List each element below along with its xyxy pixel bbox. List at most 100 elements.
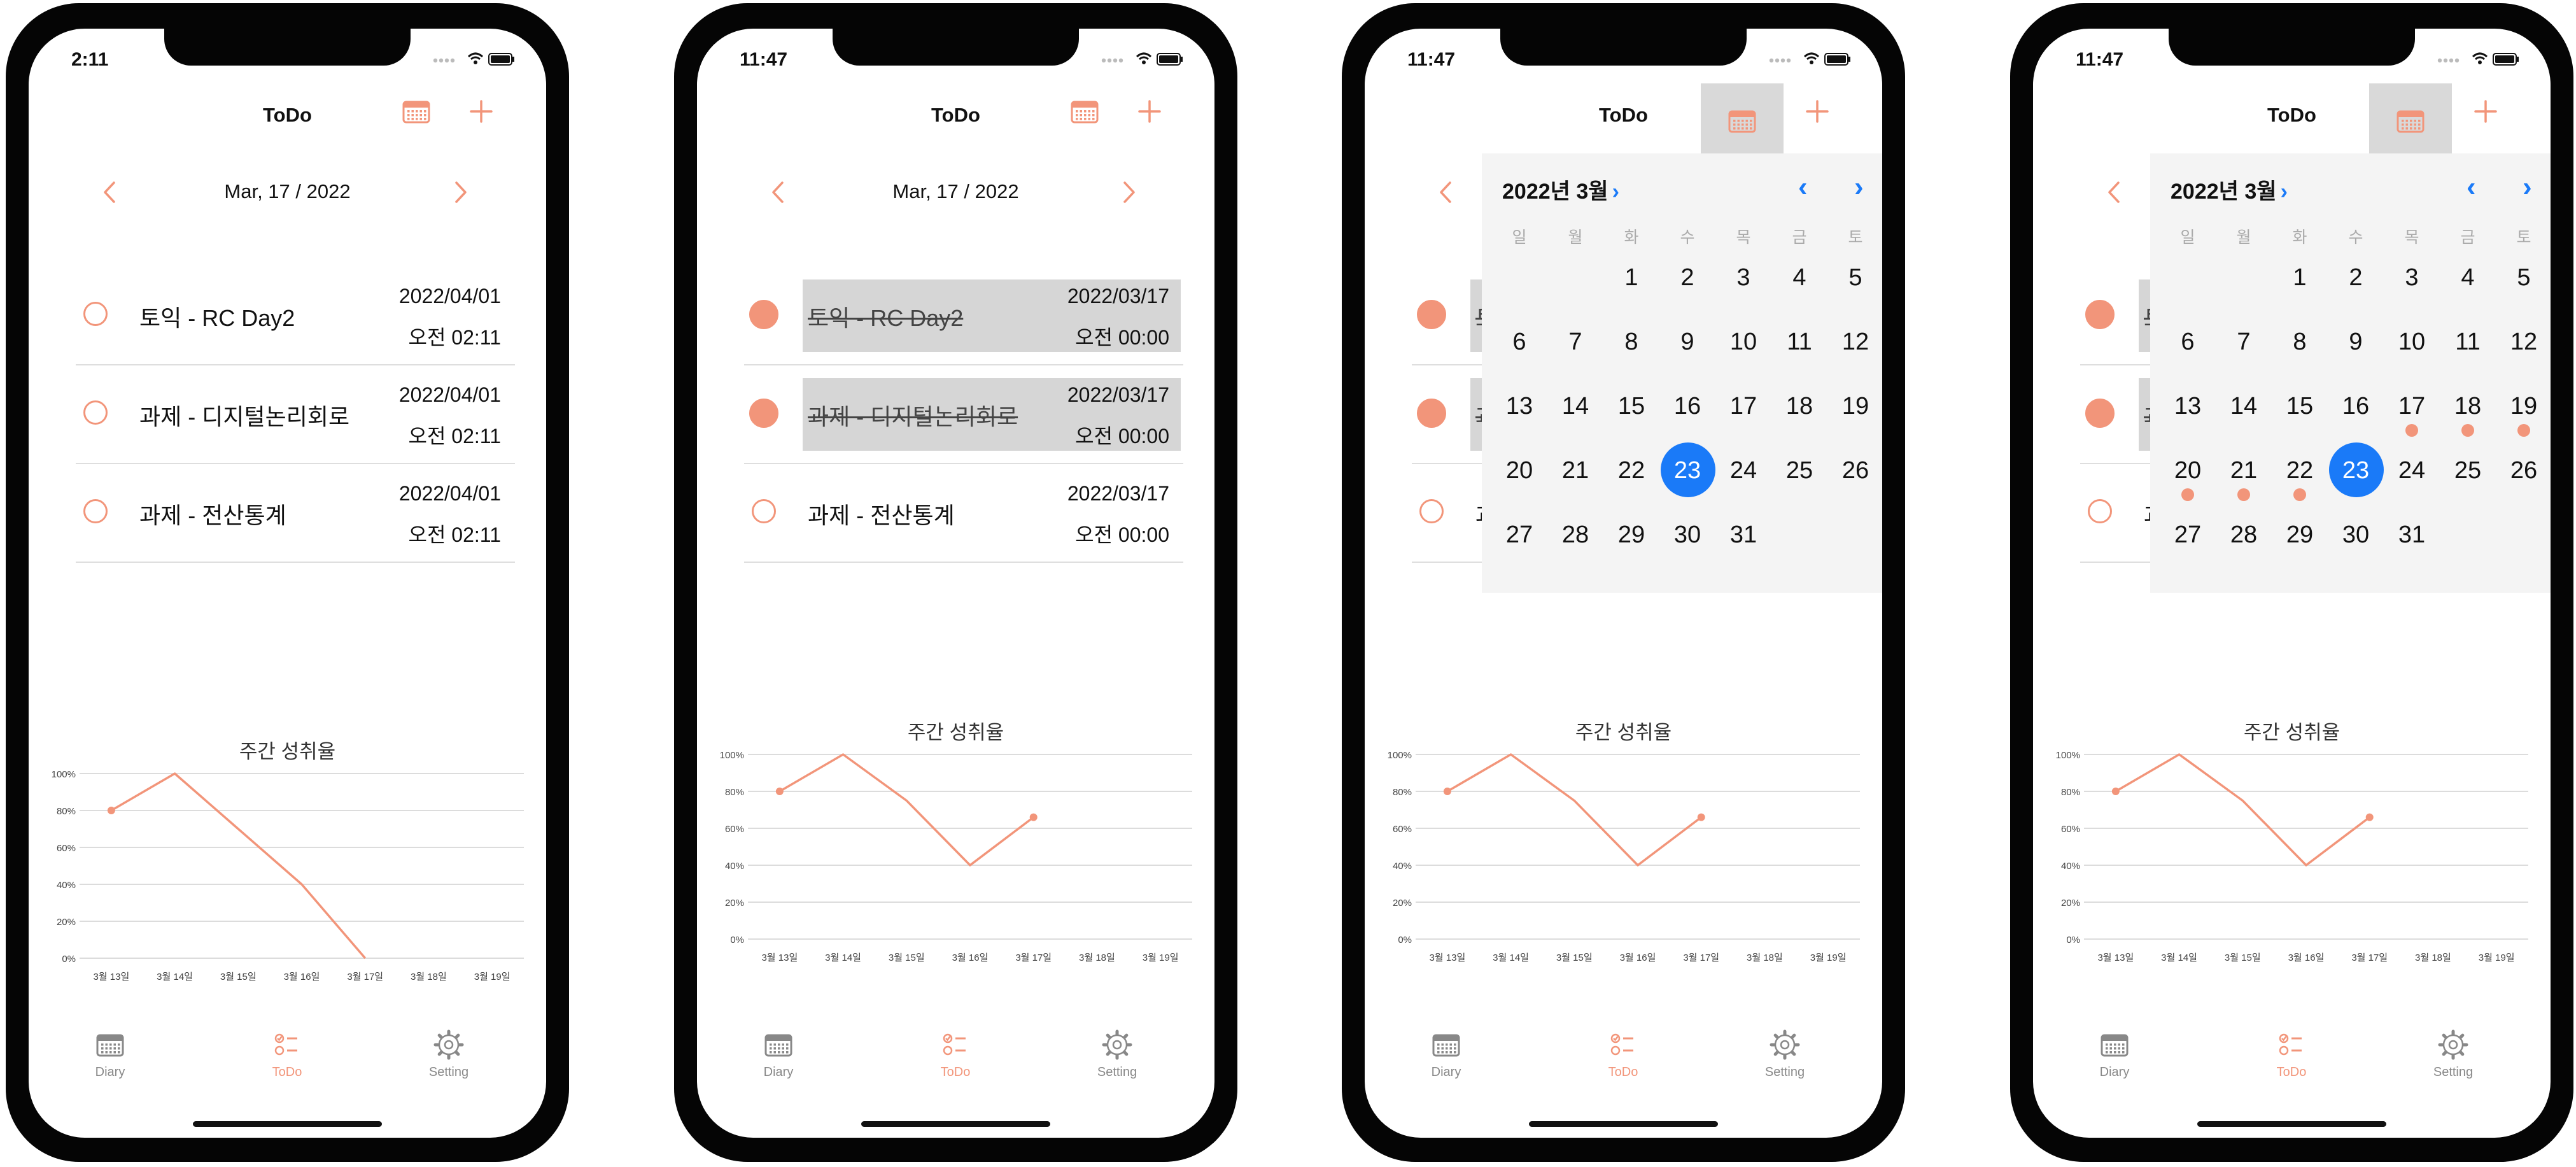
calendar-day[interactable]: 27 [2160,506,2216,563]
previous-month-button[interactable]: ‹ [2467,171,2476,203]
calendar-day[interactable]: 25 [1771,442,1827,499]
todo-checkbox[interactable] [2085,300,2115,329]
next-month-button[interactable]: › [2523,171,2532,203]
calendar-day[interactable]: 12 [1827,313,1882,371]
calendar-day[interactable]: 18 [1771,378,1827,435]
tab-diary[interactable]: Diary [1395,1028,1497,1080]
calendar-day[interactable]: 22 [1603,442,1659,499]
todo-checkbox[interactable] [2085,399,2115,428]
add-todo-button[interactable] [465,95,498,128]
todo-checkbox[interactable] [752,499,776,523]
todo-row[interactable]: 토익 - RC Day2 2022/04/01 오전 02:11 [76,267,515,365]
todo-checkbox[interactable] [1417,399,1446,428]
calendar-day[interactable]: 3 [2384,249,2440,306]
calendar-day[interactable]: 8 [1603,313,1659,371]
todo-checkbox[interactable] [749,399,778,428]
calendar-day[interactable]: 11 [1771,313,1827,371]
month-year-selector[interactable]: 2022년 3월 › [1502,174,1619,205]
previous-month-button[interactable]: ‹ [1798,171,1808,203]
calendar-day[interactable]: 1 [1603,249,1659,306]
calendar-day[interactable]: 15 [1603,378,1659,435]
calendar-day[interactable]: 31 [1715,506,1771,563]
calendar-day[interactable]: 24 [2384,442,2440,499]
calendar-day[interactable]: 20 [1491,442,1547,499]
calendar-day[interactable]: 26 [2496,442,2551,499]
calendar-day[interactable]: 28 [2216,506,2272,563]
calendar-toggle-button[interactable] [400,95,433,128]
calendar-day[interactable]: 29 [1603,506,1659,563]
todo-row[interactable]: 과제 - 전산통계 2022/04/01 오전 02:11 [76,464,515,563]
tab-setting[interactable]: Setting [2402,1028,2504,1080]
calendar-day[interactable]: 16 [1659,378,1715,435]
tab-diary[interactable]: Diary [59,1028,161,1080]
tab-setting[interactable]: Setting [1734,1028,1836,1080]
calendar-day[interactable]: 6 [1491,313,1547,371]
todo-checkbox[interactable] [1417,300,1446,329]
todo-checkbox[interactable] [83,400,108,425]
calendar-day[interactable]: 4 [1771,249,1827,306]
calendar-day[interactable]: 21 [1547,442,1603,499]
calendar-day[interactable]: 17 [2384,378,2440,437]
calendar-day[interactable]: 25 [2440,442,2496,499]
calendar-toggle-button[interactable] [2369,83,2452,159]
todo-row[interactable]: 토익 - RC Day2 2022/03/17 오전 00:00 [744,267,1183,365]
calendar-day[interactable]: 10 [1715,313,1771,371]
calendar-day[interactable]: 24 [1715,442,1771,499]
todo-checkbox[interactable] [749,300,778,329]
calendar-day[interactable]: 14 [2216,378,2272,435]
calendar-day[interactable]: 4 [2440,249,2496,306]
todo-row[interactable]: 과제 - 디지털논리회로 2022/04/01 오전 02:11 [76,365,515,464]
calendar-day[interactable]: 12 [2496,313,2551,371]
next-date-button[interactable] [1116,176,1141,208]
calendar-day[interactable]: 16 [2328,378,2384,435]
calendar-day[interactable]: 15 [2272,378,2328,435]
tab-setting[interactable]: Setting [398,1028,500,1080]
calendar-day[interactable]: 7 [1547,313,1603,371]
tab-todo[interactable]: ToDo [904,1028,1006,1080]
calendar-day[interactable]: 7 [2216,313,2272,371]
calendar-day[interactable]: 1 [2272,249,2328,306]
tab-todo[interactable]: ToDo [236,1028,338,1080]
calendar-day[interactable]: 9 [1659,313,1715,371]
todo-row[interactable]: 과제 - 디지털논리회로 2022/03/17 오전 00:00 [744,365,1183,464]
calendar-toggle-button[interactable] [1068,95,1101,128]
next-date-button[interactable] [447,176,473,208]
calendar-day[interactable]: 10 [2384,313,2440,371]
tab-diary[interactable]: Diary [2064,1028,2165,1080]
calendar-day[interactable]: 17 [1715,378,1771,435]
calendar-day[interactable]: 23 [1659,442,1715,499]
tab-todo[interactable]: ToDo [2241,1028,2342,1080]
calendar-day[interactable]: 26 [1827,442,1882,499]
todo-row[interactable]: 과제 - 전산통계 2022/03/17 오전 00:00 [744,464,1183,563]
calendar-day[interactable]: 30 [2328,506,2384,563]
todo-checkbox[interactable] [1419,499,1444,523]
calendar-day[interactable]: 20 [2160,442,2216,501]
todo-checkbox[interactable] [2088,499,2112,523]
tab-todo[interactable]: ToDo [1572,1028,1674,1080]
tab-diary[interactable]: Diary [728,1028,829,1080]
todo-checkbox[interactable] [83,499,108,523]
add-todo-button[interactable] [1801,95,1834,128]
calendar-day[interactable]: 29 [2272,506,2328,563]
calendar-day[interactable]: 2 [1659,249,1715,306]
next-month-button[interactable]: › [1854,171,1864,203]
tab-setting[interactable]: Setting [1066,1028,1168,1080]
todo-checkbox[interactable] [83,302,108,326]
calendar-day[interactable]: 8 [2272,313,2328,371]
calendar-day[interactable]: 19 [1827,378,1882,435]
calendar-day[interactable]: 28 [1547,506,1603,563]
calendar-day[interactable]: 13 [1491,378,1547,435]
calendar-day[interactable]: 18 [2440,378,2496,437]
calendar-day[interactable]: 23 [2328,442,2384,499]
calendar-day[interactable]: 21 [2216,442,2272,501]
calendar-day[interactable]: 13 [2160,378,2216,435]
calendar-day[interactable]: 14 [1547,378,1603,435]
calendar-day[interactable]: 30 [1659,506,1715,563]
calendar-day[interactable]: 6 [2160,313,2216,371]
add-todo-button[interactable] [1133,95,1166,128]
calendar-day[interactable]: 31 [2384,506,2440,563]
calendar-day[interactable]: 3 [1715,249,1771,306]
calendar-day[interactable]: 22 [2272,442,2328,501]
calendar-day[interactable]: 11 [2440,313,2496,371]
calendar-day[interactable]: 19 [2496,378,2551,437]
